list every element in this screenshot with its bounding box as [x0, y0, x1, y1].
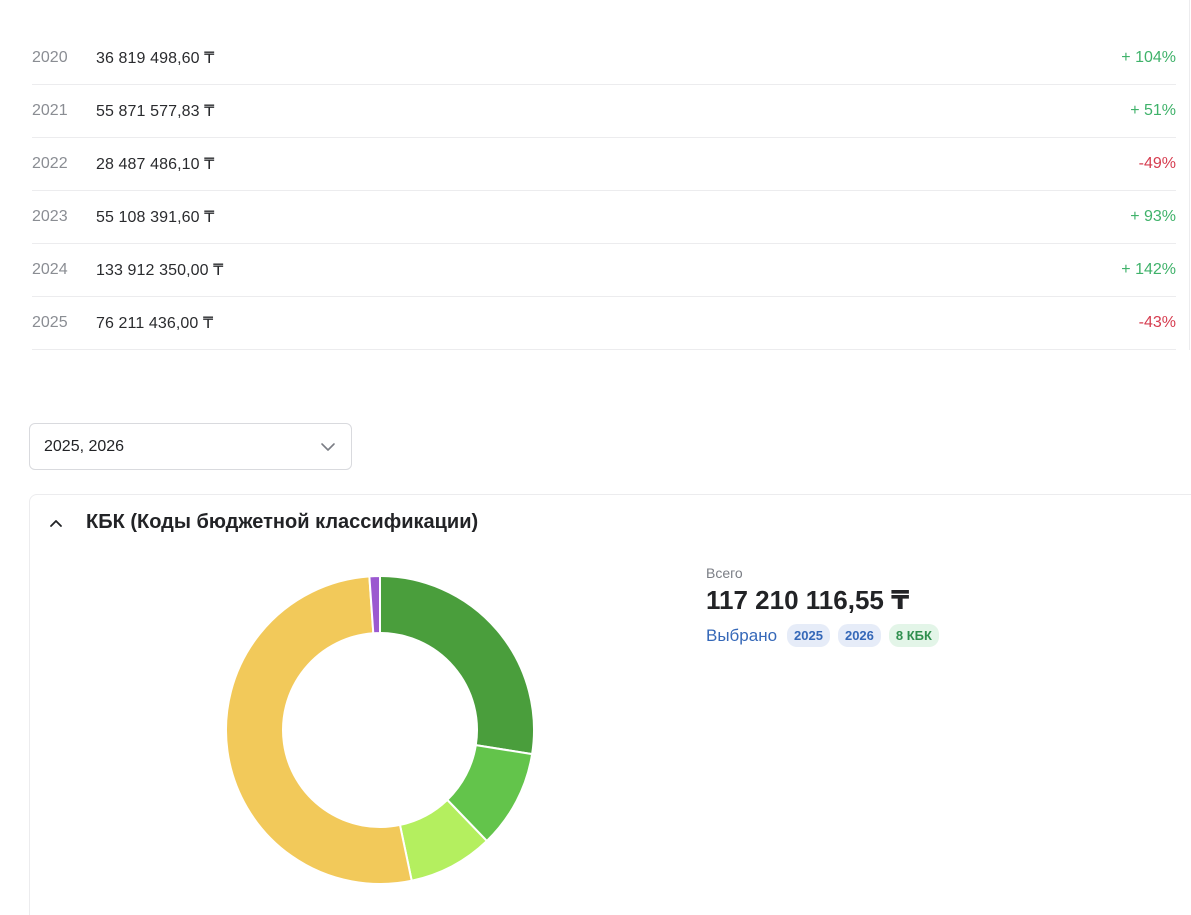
donut-slice-1[interactable]	[379, 574, 535, 756]
row-amount: 55 108 391,60 ₸	[96, 209, 215, 226]
chevron-up-icon[interactable]	[46, 513, 66, 533]
row-amount: 76 211 436,00 ₸	[96, 315, 214, 332]
row-amount: 28 487 486,10 ₸	[96, 156, 215, 173]
row-year: 2021	[32, 102, 68, 119]
yearly-totals-table: 2020 36 819 498,60 ₸ + 104% 2021 55 871 577,…	[32, 32, 1176, 350]
total-value: 117 210 116,55 ₸	[706, 585, 910, 615]
selected-filters: Выбрано 2025 2026 8 КБК	[706, 624, 947, 647]
kbk-card-title: КБК (Коды бюджетной классификации)	[86, 511, 479, 533]
row-amount: 36 819 498,60 ₸	[96, 50, 215, 67]
row-year: 2025	[32, 314, 68, 331]
year-chip: 2026	[837, 624, 881, 647]
row-year: 2020	[32, 49, 68, 66]
row-change: + 142%	[1121, 261, 1176, 278]
year-select-value: 2025, 2026	[44, 437, 125, 455]
row-amount: 55 871 577,83 ₸	[96, 103, 215, 120]
page: 2020 36 819 498,60 ₸ + 104% 2021 55 871 577,…	[0, 0, 1191, 915]
row-year: 2022	[32, 155, 68, 172]
row-change: -49%	[1138, 155, 1176, 172]
kbk-card-header[interactable]: КБК (Коды бюджетной классификации)	[46, 511, 478, 534]
row-year: 2023	[32, 208, 68, 225]
row-change: -43%	[1138, 314, 1176, 331]
chevron-down-icon	[321, 443, 335, 451]
kbk-card: КБК (Коды бюджетной классификации) Всего…	[29, 494, 1191, 915]
table-row: 2020 36 819 498,60 ₸ + 104%	[32, 32, 1176, 85]
year-chip: 2025	[787, 624, 830, 647]
kbk-summary: Всего 117 210 116,55 ₸ Выбрано 2025 2026 8…	[706, 565, 947, 647]
row-change: + 104%	[1121, 49, 1176, 66]
row-change: + 93%	[1130, 208, 1176, 225]
table-row: 2025 76 211 436,00 ₸ -43%	[32, 297, 1176, 350]
kbk-count-chip: 8 КБК	[888, 624, 939, 647]
selected-label[interactable]: Выбрано	[706, 626, 777, 646]
year-select[interactable]: 2025, 2026	[29, 423, 352, 470]
table-row: 2024 133 912 350,00 ₸ + 142%	[32, 244, 1176, 297]
row-change: + 51%	[1130, 102, 1176, 119]
kbk-donut-chart	[225, 574, 535, 885]
total-label: Всего	[706, 565, 743, 581]
row-amount: 133 912 350,00 ₸	[96, 262, 224, 279]
table-row: 2022 28 487 486,10 ₸ -49%	[32, 138, 1176, 191]
scroll-divider	[1189, 0, 1190, 350]
table-row: 2023 55 108 391,60 ₸ + 93%	[32, 191, 1176, 244]
row-year: 2024	[32, 261, 68, 278]
table-row: 2021 55 871 577,83 ₸ + 51%	[32, 85, 1176, 138]
